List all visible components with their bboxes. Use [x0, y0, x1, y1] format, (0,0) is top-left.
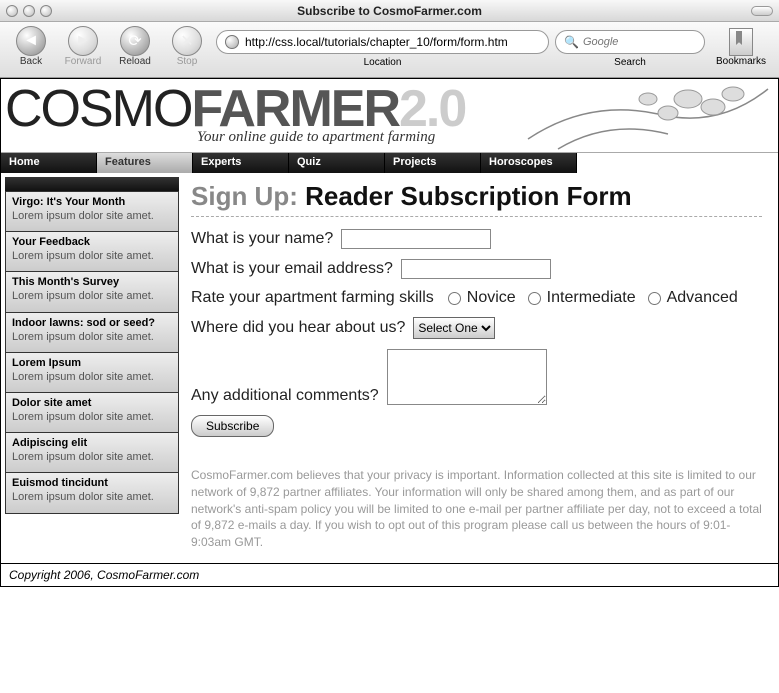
subscribe-button[interactable]: Subscribe	[191, 415, 274, 437]
footer: Copyright 2006, CosmoFarmer.com	[1, 563, 778, 586]
search-bar[interactable]: 🔍	[555, 30, 705, 54]
comments-label: Any additional comments?	[191, 387, 379, 405]
rate-advanced-label: Advanced	[667, 289, 738, 307]
page-title: Sign Up: Reader Subscription Form	[191, 181, 762, 217]
window-title: Subscribe to CosmoFarmer.com	[0, 4, 779, 18]
sidebar-item[interactable]: Your Feedback Lorem ipsum dolor site amet…	[5, 232, 179, 272]
forward-button: ► Forward	[60, 26, 106, 67]
rate-novice-radio[interactable]	[448, 292, 461, 305]
hear-label: Where did you hear about us?	[191, 319, 405, 337]
comments-textarea[interactable]	[387, 349, 547, 405]
sidebar-item-body: Lorem ipsum dolor site amet.	[12, 210, 172, 223]
sidebar-item-title: Adipiscing elit	[12, 437, 172, 449]
rate-advanced-radio[interactable]	[648, 292, 661, 305]
email-input[interactable]	[401, 259, 551, 279]
sidebar-item-body: Lorem ipsum dolor site amet.	[12, 451, 172, 464]
sidebar-item[interactable]: This Month's Survey Lorem ipsum dolor sit…	[5, 272, 179, 312]
sidebar-header	[5, 177, 179, 191]
stop-label: Stop	[177, 56, 198, 67]
sidebar: Virgo: It's Your Month Lorem ipsum dolor …	[1, 173, 183, 563]
sidebar-item[interactable]: Virgo: It's Your Month Lorem ipsum dolor …	[5, 191, 179, 232]
sidebar-item-body: Lorem ipsum dolor site amet.	[12, 411, 172, 424]
name-input[interactable]	[341, 229, 491, 249]
window-close-button[interactable]	[6, 5, 18, 17]
sidebar-item-title: Virgo: It's Your Month	[12, 196, 172, 208]
rate-intermediate-label: Intermediate	[547, 289, 636, 307]
window-zoom-button[interactable]	[40, 5, 52, 17]
hear-select[interactable]: Select One	[413, 317, 495, 339]
rate-novice-label: Novice	[467, 289, 516, 307]
sidebar-item-title: Lorem Ipsum	[12, 357, 172, 369]
sidebar-item-body: Lorem ipsum dolor site amet.	[12, 290, 172, 303]
window-titlebar: Subscribe to CosmoFarmer.com	[0, 0, 779, 22]
sidebar-item-body: Lorem ipsum dolor site amet.	[12, 371, 172, 384]
sidebar-item-title: Indoor lawns: sod or seed?	[12, 317, 172, 329]
site-banner: COSMOFARMER2.0 Your online guide to apar…	[1, 79, 778, 153]
search-label: Search	[614, 57, 646, 68]
sidebar-item-title: Dolor site amet	[12, 397, 172, 409]
stop-icon: ✕	[172, 26, 202, 56]
name-label: What is your name?	[191, 230, 333, 248]
window-minimize-button[interactable]	[23, 5, 35, 17]
forward-label: Forward	[65, 56, 102, 67]
sidebar-item-title: This Month's Survey	[12, 276, 172, 288]
sidebar-item-body: Lorem ipsum dolor site amet.	[12, 491, 172, 504]
nav-tab-experts[interactable]: Experts	[193, 153, 289, 173]
back-button[interactable]: ◄ Back	[8, 26, 54, 67]
sidebar-item-body: Lorem ipsum dolor site amet.	[12, 331, 172, 344]
back-label: Back	[20, 56, 42, 67]
url-bar[interactable]	[216, 30, 549, 54]
email-label: What is your email address?	[191, 260, 393, 278]
arrow-left-icon: ◄	[16, 26, 46, 56]
rate-intermediate-radio[interactable]	[528, 292, 541, 305]
privacy-text: CosmoFarmer.com believes that your priva…	[191, 467, 762, 551]
search-input[interactable]	[583, 36, 726, 48]
search-icon: 🔍	[564, 35, 579, 49]
bookmarks-label: Bookmarks	[716, 56, 766, 67]
main-content: Sign Up: Reader Subscription Form What i…	[183, 173, 778, 563]
browser-toolbar: ◄ Back ► Forward ⟳ Reload ✕ Stop Locatio…	[0, 22, 779, 78]
url-input[interactable]	[245, 35, 540, 49]
sidebar-item-title: Your Feedback	[12, 236, 172, 248]
reload-label: Reload	[119, 56, 151, 67]
bookmark-icon	[729, 28, 753, 56]
arrow-right-icon: ►	[68, 26, 98, 56]
rate-label: Rate your apartment farming skills	[191, 289, 434, 307]
sidebar-item[interactable]: Indoor lawns: sod or seed? Lorem ipsum do…	[5, 313, 179, 353]
nav-tab-home[interactable]: Home	[1, 153, 97, 173]
nav-tab-quiz[interactable]: Quiz	[289, 153, 385, 173]
decorative-flowers	[518, 79, 778, 153]
window-pill-button[interactable]	[751, 6, 773, 16]
sidebar-item-title: Euismod tincidunt	[12, 477, 172, 489]
bookmarks-button[interactable]: Bookmarks	[711, 26, 771, 67]
sidebar-item[interactable]: Adipiscing elit Lorem ipsum dolor site am…	[5, 433, 179, 473]
site-icon	[225, 35, 239, 49]
sidebar-item[interactable]: Lorem Ipsum Lorem ipsum dolor site amet.	[5, 353, 179, 393]
nav-tab-projects[interactable]: Projects	[385, 153, 481, 173]
location-label: Location	[364, 57, 402, 68]
nav-tab-features[interactable]: Features	[97, 153, 193, 173]
sidebar-item[interactable]: Dolor site amet Lorem ipsum dolor site am…	[5, 393, 179, 433]
stop-button: ✕ Stop	[164, 26, 210, 67]
nav-tab-horoscopes[interactable]: Horoscopes	[481, 153, 577, 173]
main-nav: HomeFeaturesExpertsQuizProjectsHoroscope…	[1, 153, 778, 173]
reload-button[interactable]: ⟳ Reload	[112, 26, 158, 67]
sidebar-item[interactable]: Euismod tincidunt Lorem ipsum dolor site …	[5, 473, 179, 513]
sidebar-item-body: Lorem ipsum dolor site amet.	[12, 250, 172, 263]
reload-icon: ⟳	[120, 26, 150, 56]
